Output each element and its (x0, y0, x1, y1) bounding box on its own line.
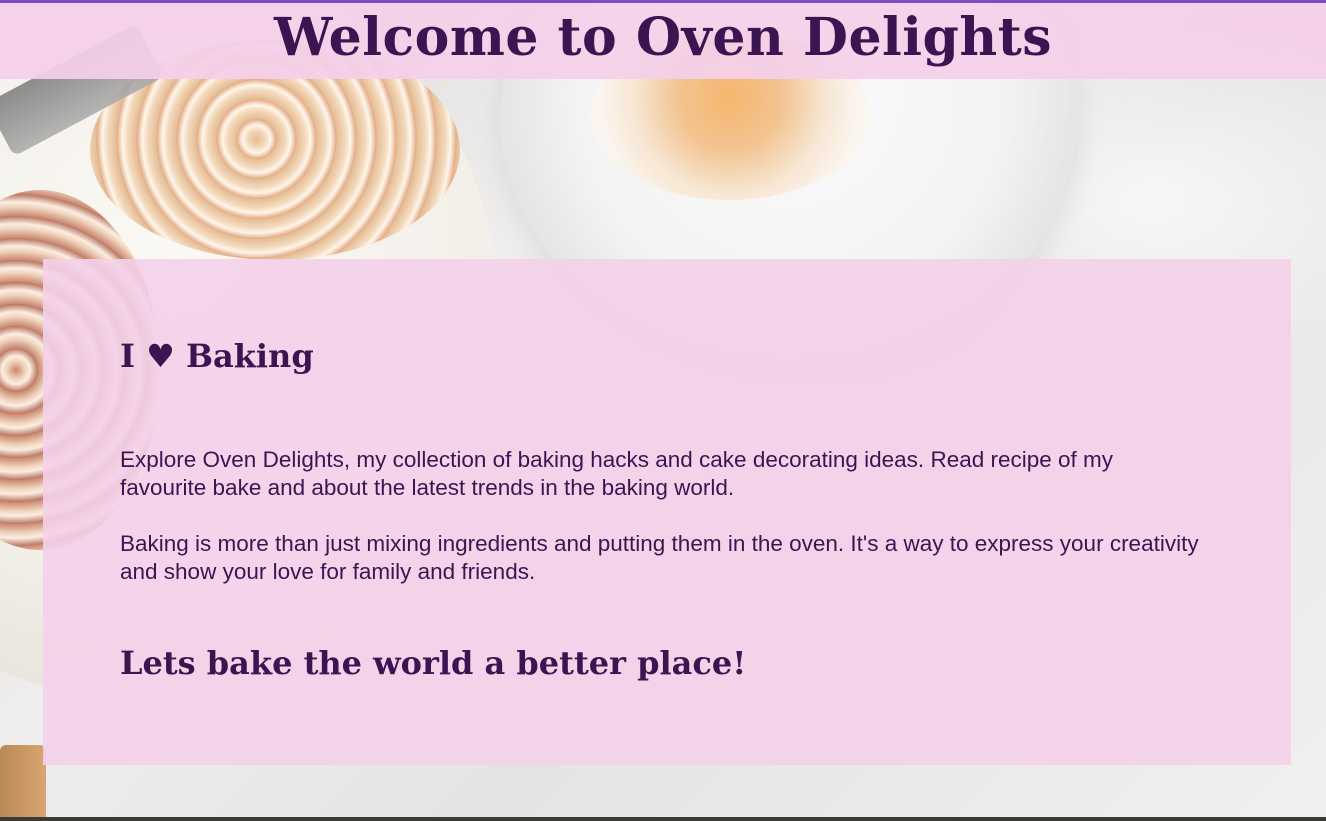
section-heading: I ♥ Baking (120, 337, 314, 375)
content-panel: I ♥ Baking Explore Oven Delights, my col… (43, 259, 1291, 765)
wooden-board-image (0, 745, 46, 821)
intro-paragraph: Explore Oven Delights, my collection of … (120, 447, 1114, 500)
bottom-border (0, 817, 1326, 821)
site-title: Welcome to Oven Delights (273, 7, 1052, 68)
site-header: Welcome to Oven Delights (0, 0, 1326, 79)
tagline-heading: Lets bake the world a better place! (120, 644, 747, 682)
baking-paragraph: Baking is more than just mixing ingredie… (120, 531, 1199, 584)
